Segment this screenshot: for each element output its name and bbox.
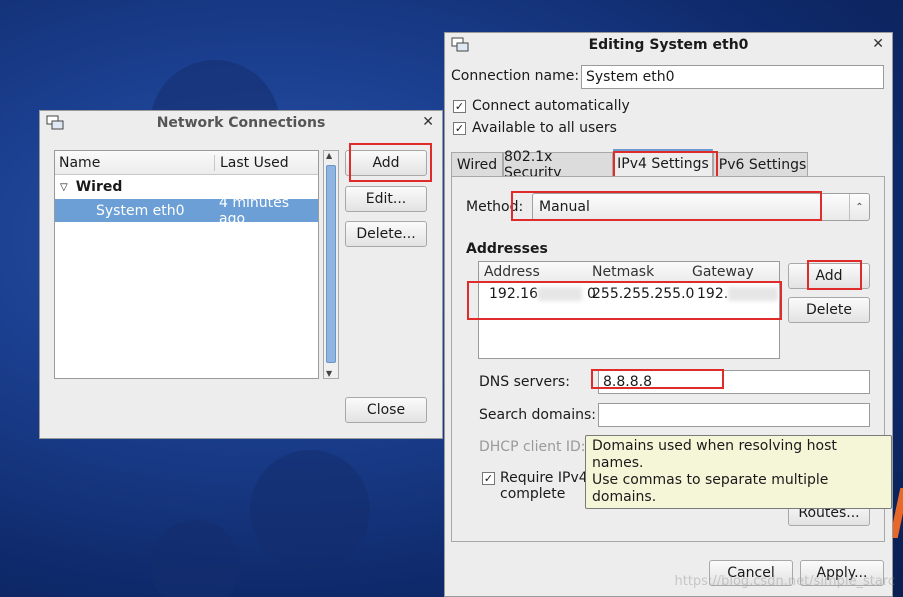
redaction-blur <box>538 287 582 301</box>
add-address-button[interactable]: Add <box>788 263 870 289</box>
window-title: Network Connections <box>156 115 326 131</box>
method-select[interactable]: Manual ⌃ <box>532 193 870 221</box>
expander-icon[interactable]: ▽ <box>60 182 68 193</box>
tab-wired[interactable]: Wired <box>451 152 503 176</box>
column-address[interactable]: Address <box>479 264 587 280</box>
addresses-header: Address Netmask Gateway <box>479 262 779 282</box>
window-title: Editing System eth0 <box>588 37 749 53</box>
address-value: 192.16 <box>489 286 538 302</box>
table-row[interactable]: 192.16 0 255.255.255.0 192. <box>479 282 779 306</box>
connection-last-used: 4 minutes ago <box>219 194 290 227</box>
network-connections-window: Network Connections ✕ Name Last Used ▽ W… <box>39 110 443 439</box>
desktop-bubble <box>150 520 240 597</box>
edit-button-label: Edit... <box>365 191 407 207</box>
dhcp-client-label: DHCP client ID: <box>479 439 586 455</box>
network-icon <box>451 37 469 52</box>
close-button[interactable]: Close <box>345 397 427 423</box>
delete-button-label: Delete... <box>356 226 416 242</box>
add-button-label: Add <box>815 268 843 284</box>
connection-name: System eth0 <box>96 202 185 219</box>
close-icon[interactable]: ✕ <box>872 36 884 52</box>
dns-servers-field[interactable]: 8.8.8.8 <box>598 370 870 394</box>
tab-8021x[interactable]: 802.1x Security <box>503 149 613 181</box>
column-gateway[interactable]: Gateway <box>687 264 754 280</box>
tab-ipv4[interactable]: IPv4 Settings <box>613 149 713 177</box>
edit-connection-dialog: Editing System eth0 ✕ Connection name: S… <box>444 32 893 597</box>
scroll-thumb[interactable] <box>326 165 336 363</box>
titlebar[interactable]: Network Connections ✕ <box>40 111 442 135</box>
connection-name-label: Connection name: <box>451 68 580 84</box>
method-label: Method: <box>466 199 524 215</box>
add-button-label: Add <box>372 155 400 171</box>
list-header: Name Last Used <box>55 151 318 175</box>
desktop-bubble <box>250 450 370 570</box>
delete-button-label: Delete <box>806 302 852 318</box>
watermark: https://blog.csdn.net/simple_starc <box>674 574 895 589</box>
all-users-label: Available to all users <box>472 120 617 136</box>
close-button-label: Close <box>366 402 406 418</box>
titlebar[interactable]: Editing System eth0 ✕ <box>445 33 892 57</box>
edit-button[interactable]: Edit... <box>345 186 427 212</box>
tooltip-line: Domains used when resolving host names. <box>592 438 837 471</box>
connection-name-field[interactable]: System eth0 <box>581 65 884 89</box>
dns-label: DNS servers: <box>479 374 570 390</box>
addresses-heading: Addresses <box>466 241 548 257</box>
tab-label: IPv4 Settings <box>617 156 709 172</box>
connect-auto-label: Connect automatically <box>472 98 630 114</box>
addresses-table[interactable]: Address Netmask Gateway 192.16 0 255.255.… <box>478 261 780 359</box>
close-icon[interactable]: ✕ <box>422 114 434 130</box>
column-name[interactable]: Name <box>55 154 215 171</box>
address-cell[interactable]: 192.16 0 <box>479 286 596 302</box>
checkbox-all-users[interactable]: ✓ <box>453 122 466 135</box>
search-domains-tooltip: Domains used when resolving host names. … <box>585 435 892 509</box>
gateway-cell[interactable]: 192. <box>687 286 779 302</box>
list-item[interactable]: System eth0 4 minutes ago <box>55 195 318 227</box>
checkbox-require-ipv4[interactable]: ✓ <box>482 472 495 485</box>
delete-address-button[interactable]: Delete <box>788 297 870 323</box>
method-value: Manual <box>539 199 590 215</box>
tab-label: Wired <box>456 156 498 173</box>
search-domains-label: Search domains: <box>479 407 596 423</box>
column-netmask[interactable]: Netmask <box>587 264 687 280</box>
list-scrollbar[interactable]: ▲ ▼ <box>323 150 339 379</box>
scroll-down-icon[interactable]: ▼ <box>326 369 332 378</box>
tab-label: IPv6 Settings <box>714 156 807 173</box>
delete-button[interactable]: Delete... <box>345 221 427 247</box>
chevron-updown-icon[interactable]: ⌃ <box>849 194 869 220</box>
tab-ipv6[interactable]: IPv6 Settings <box>713 152 808 176</box>
scroll-up-icon[interactable]: ▲ <box>326 151 332 160</box>
netmask-cell[interactable]: 255.255.255.0 <box>587 286 694 302</box>
column-last-used[interactable]: Last Used <box>215 155 289 171</box>
redaction-blur <box>728 287 779 301</box>
network-icon <box>46 115 64 130</box>
group-label: Wired <box>75 179 123 195</box>
add-button[interactable]: Add <box>345 150 427 176</box>
connections-list[interactable]: Name Last Used ▽ Wired System eth0 4 min… <box>54 150 319 379</box>
checkbox-connect-auto[interactable]: ✓ <box>453 100 466 113</box>
gateway-value: 192. <box>697 286 729 302</box>
search-domains-field[interactable] <box>598 403 870 427</box>
tooltip-line: Use commas to separate multiple domains. <box>592 472 829 505</box>
